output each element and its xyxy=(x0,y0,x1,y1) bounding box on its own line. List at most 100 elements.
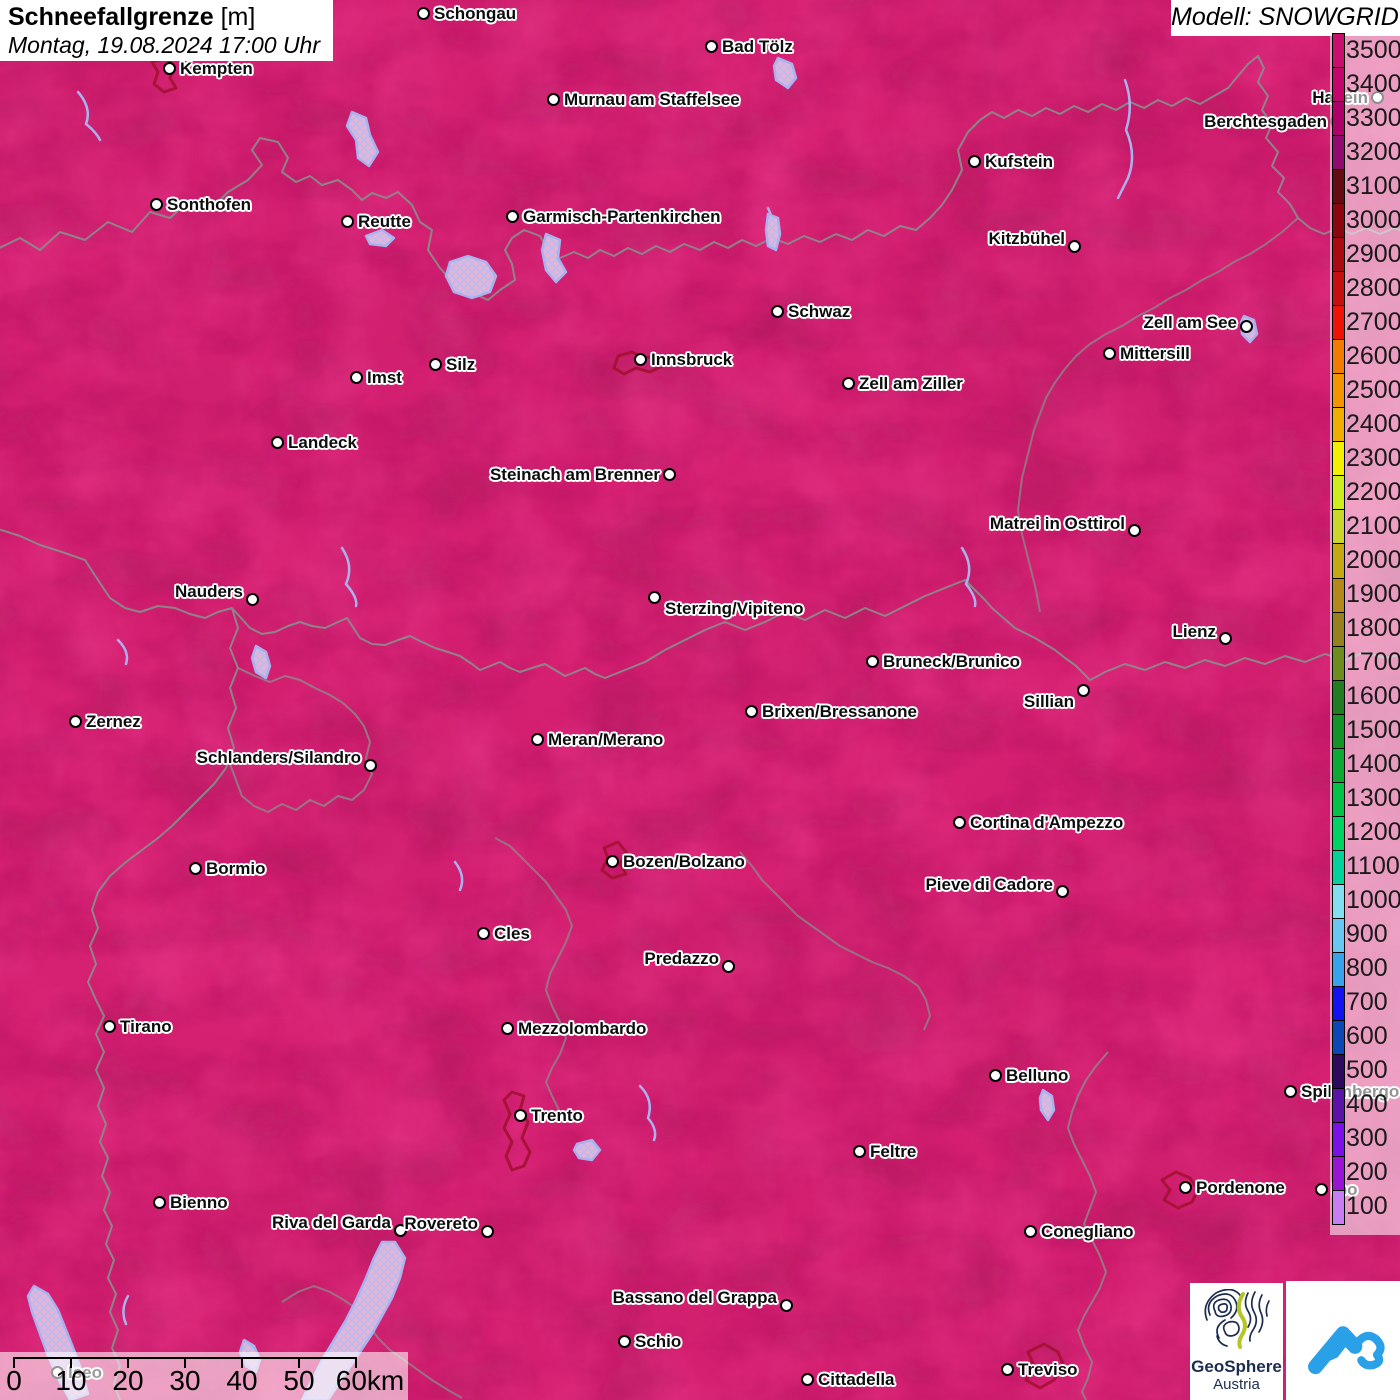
model-name: Modell: SNOWGRID xyxy=(1171,3,1399,31)
colorbar-segment xyxy=(1333,204,1344,239)
colorbar-tick-label: 3400 xyxy=(1346,69,1400,98)
colorbar-segment xyxy=(1333,1191,1344,1225)
colorbar-tick-label: 2000 xyxy=(1346,545,1400,574)
city-dot xyxy=(1128,524,1141,537)
colorbar-segment xyxy=(1333,646,1344,681)
city-label: Tirano xyxy=(120,1017,172,1036)
colorbar-tick-label: 1200 xyxy=(1346,817,1400,846)
city-dot xyxy=(417,7,430,20)
colorbar-tick-label: 2600 xyxy=(1346,341,1400,370)
city-label: Zell am See xyxy=(1143,313,1237,332)
colorbar-segment xyxy=(1333,1088,1344,1123)
variable-unit: [m] xyxy=(220,3,256,31)
city-dot xyxy=(501,1022,514,1035)
city-label: Matrei in Osttirol xyxy=(989,514,1125,533)
colorbar-segment xyxy=(1333,782,1344,817)
city-dot xyxy=(341,215,354,228)
city-dot xyxy=(1024,1225,1037,1238)
city-dot xyxy=(1077,684,1090,697)
colorbar-tick-label: 2500 xyxy=(1346,375,1400,404)
city-label: Belluno xyxy=(1006,1066,1069,1085)
city-dot xyxy=(705,40,718,53)
colorbar-tick-label: 100 xyxy=(1346,1191,1388,1220)
city-label: Sonthofen xyxy=(167,195,252,214)
colorbar-tick-label: 2900 xyxy=(1346,239,1400,268)
colorbar-segment xyxy=(1333,544,1344,579)
city-dot xyxy=(531,733,544,746)
city-dot xyxy=(350,371,363,384)
colorbar-tick-label: 2800 xyxy=(1346,273,1400,302)
city-dot xyxy=(103,1020,116,1033)
colorbar-tick-label: 1600 xyxy=(1346,681,1400,710)
title-box: Schneefallgrenze [m] Montag, 19.08.2024 … xyxy=(0,0,333,61)
page-title: Schneefallgrenze [m] xyxy=(8,3,325,32)
city-dot xyxy=(429,358,442,371)
city-label: Schlanders/Silandro xyxy=(196,748,361,767)
geosphere-swirl-icon xyxy=(1203,1288,1270,1349)
colorbar-tick-label: 400 xyxy=(1346,1089,1388,1118)
city-dot xyxy=(69,715,82,728)
geosphere-name: GeoSphere xyxy=(1191,1357,1282,1376)
city-dot xyxy=(853,1145,866,1158)
variable-name: Schneefallgrenze xyxy=(8,3,214,31)
city-label: Conegliano xyxy=(1041,1222,1134,1241)
city-label: Murnau am Staffelsee xyxy=(564,90,740,109)
colorbar-tick-label: 200 xyxy=(1346,1157,1388,1186)
geosphere-sub: Austria xyxy=(1213,1376,1260,1393)
city-label: Kempten xyxy=(180,59,253,78)
colorbar-segment xyxy=(1333,374,1344,409)
colorbar-tick-label: 2700 xyxy=(1346,307,1400,336)
city-label: Feltre xyxy=(870,1142,917,1161)
city-dot xyxy=(968,155,981,168)
colorbar-segment xyxy=(1333,306,1344,341)
colorbar-segment xyxy=(1333,714,1344,749)
city-dot xyxy=(648,591,661,604)
colorbar-tick-label: 1900 xyxy=(1346,579,1400,608)
city-dot xyxy=(481,1225,494,1238)
city-label: Lienz xyxy=(1172,622,1216,641)
colorbar-segment xyxy=(1333,442,1344,477)
colorbar-segment xyxy=(1333,34,1344,69)
colorbar-strip xyxy=(1332,33,1345,1225)
colorbar-segment xyxy=(1333,918,1344,953)
city-dot xyxy=(189,862,202,875)
colorbar-segment xyxy=(1333,408,1344,443)
colorbar-tick-label: 3100 xyxy=(1346,171,1400,200)
city-dot xyxy=(1068,240,1081,253)
city-dot xyxy=(1240,320,1253,333)
city-dot xyxy=(1219,632,1232,645)
city-label: Trento xyxy=(531,1106,583,1125)
city-label: Nauders xyxy=(174,582,243,601)
city-label: Sterzing/Vipiteno xyxy=(665,599,804,618)
scalebar-number: 30 xyxy=(169,1365,201,1396)
city-label: Bormio xyxy=(206,859,266,878)
city-dot xyxy=(506,210,519,223)
city-dot xyxy=(780,1299,793,1312)
city-dot xyxy=(989,1069,1002,1082)
colorbar-segment xyxy=(1333,578,1344,613)
city-label: Brixen/Bressanone xyxy=(762,702,917,721)
colorbar-segment xyxy=(1333,1054,1344,1089)
city-dot xyxy=(477,927,490,940)
city-dot xyxy=(722,960,735,973)
city-dot xyxy=(163,62,176,75)
city-label: Schongau xyxy=(434,4,517,23)
scalebar: 0 10 20 30 40 50 60km xyxy=(0,1352,408,1400)
colorbar-segment xyxy=(1333,1123,1344,1158)
colorbar-segment xyxy=(1333,68,1344,103)
city-label: Bozen/Bolzano xyxy=(623,852,745,871)
city-dot xyxy=(866,655,879,668)
city-dot xyxy=(514,1109,527,1122)
geosphere-logo-box: GeoSphere Austria xyxy=(1190,1283,1283,1400)
city-label: Reutte xyxy=(358,212,411,231)
city-label: Bruneck/Brunico xyxy=(883,652,1020,671)
city-dot xyxy=(150,198,163,211)
colorbar-segment xyxy=(1333,170,1344,205)
city-dot xyxy=(1284,1085,1297,1098)
colorbar-tick-label: 700 xyxy=(1346,987,1388,1016)
colorbar-tick-label: 1300 xyxy=(1346,783,1400,812)
city-label: Garmisch-Partenkirchen xyxy=(523,207,721,226)
city-label: Mezzolombardo xyxy=(518,1019,647,1038)
city-label: Steinach am Brenner xyxy=(489,465,660,484)
city-label: Zernez xyxy=(86,712,141,731)
